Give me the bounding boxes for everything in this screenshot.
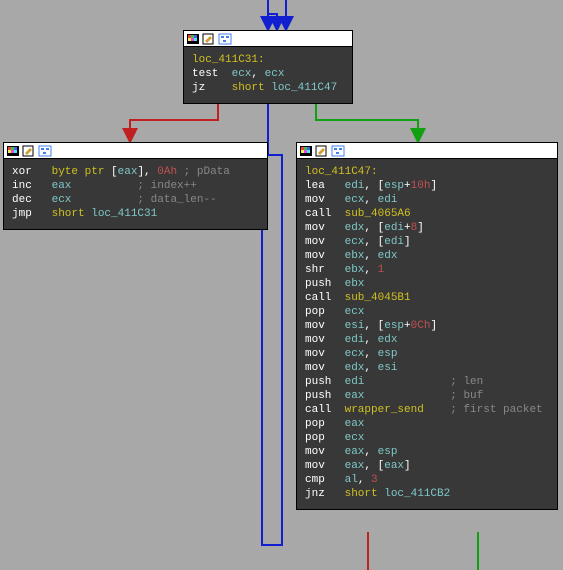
asm-line: mov ecx, edi bbox=[305, 193, 549, 207]
block-411C31[interactable]: loc_411C31:test ecx, ecxjz short loc_411… bbox=[183, 30, 353, 104]
asm-line: mov edx, esi bbox=[305, 361, 549, 375]
asm-line: push eax ; buf bbox=[305, 389, 549, 403]
group-icon[interactable] bbox=[331, 145, 345, 157]
edit-icon[interactable] bbox=[202, 33, 216, 45]
group-icon[interactable] bbox=[218, 33, 232, 45]
disassembly-code: loc_411C31:test ecx, ecxjz short loc_411… bbox=[184, 47, 352, 103]
asm-line: loc_411C47: bbox=[305, 165, 549, 179]
asm-line: loc_411C31: bbox=[192, 53, 344, 67]
palette-icon[interactable] bbox=[186, 33, 200, 45]
asm-line: call wrapper_send ; first packet bbox=[305, 403, 549, 417]
asm-line: mov ecx, esp bbox=[305, 347, 549, 361]
palette-icon[interactable] bbox=[299, 145, 313, 157]
asm-line: shr ebx, 1 bbox=[305, 263, 549, 277]
asm-line: test ecx, ecx bbox=[192, 67, 344, 81]
asm-line: xor byte ptr [eax], 0Ah ; pData bbox=[12, 165, 259, 179]
asm-line: jnz short loc_411CB2 bbox=[305, 487, 549, 501]
asm-line: mov eax, [eax] bbox=[305, 459, 549, 473]
asm-line: dec ecx ; data_len-- bbox=[12, 193, 259, 207]
block-titlebar bbox=[184, 31, 352, 47]
asm-line: mov ebx, edx bbox=[305, 249, 549, 263]
asm-line: jz short loc_411C47 bbox=[192, 81, 344, 95]
palette-icon[interactable] bbox=[6, 145, 20, 157]
disassembly-code: loc_411C47:lea edi, [esp+10h]mov ecx, ed… bbox=[297, 159, 557, 509]
asm-line: push ebx bbox=[305, 277, 549, 291]
asm-line: mov edi, edx bbox=[305, 333, 549, 347]
asm-line: mov eax, esp bbox=[305, 445, 549, 459]
asm-line: pop ecx bbox=[305, 305, 549, 319]
asm-line: pop ecx bbox=[305, 431, 549, 445]
edit-icon[interactable] bbox=[22, 145, 36, 157]
block-titlebar bbox=[297, 143, 557, 159]
asm-line: call sub_4065A6 bbox=[305, 207, 549, 221]
asm-line: mov esi, [esp+0Ch] bbox=[305, 319, 549, 333]
block-xor-loop[interactable]: xor byte ptr [eax], 0Ah ; pDatainc eax ;… bbox=[3, 142, 268, 230]
disassembly-code: xor byte ptr [eax], 0Ah ; pDatainc eax ;… bbox=[4, 159, 267, 229]
asm-line: push edi ; len bbox=[305, 375, 549, 389]
edit-icon[interactable] bbox=[315, 145, 329, 157]
block-titlebar bbox=[4, 143, 267, 159]
asm-line: call sub_4045B1 bbox=[305, 291, 549, 305]
asm-line: jmp short loc_411C31 bbox=[12, 207, 259, 221]
group-icon[interactable] bbox=[38, 145, 52, 157]
asm-line: lea edi, [esp+10h] bbox=[305, 179, 549, 193]
asm-line: pop eax bbox=[305, 417, 549, 431]
asm-line: mov edx, [edi+8] bbox=[305, 221, 549, 235]
asm-line: mov ecx, [edi] bbox=[305, 235, 549, 249]
asm-line: inc eax ; index++ bbox=[12, 179, 259, 193]
block-411C47[interactable]: loc_411C47:lea edi, [esp+10h]mov ecx, ed… bbox=[296, 142, 558, 510]
asm-line: cmp al, 3 bbox=[305, 473, 549, 487]
